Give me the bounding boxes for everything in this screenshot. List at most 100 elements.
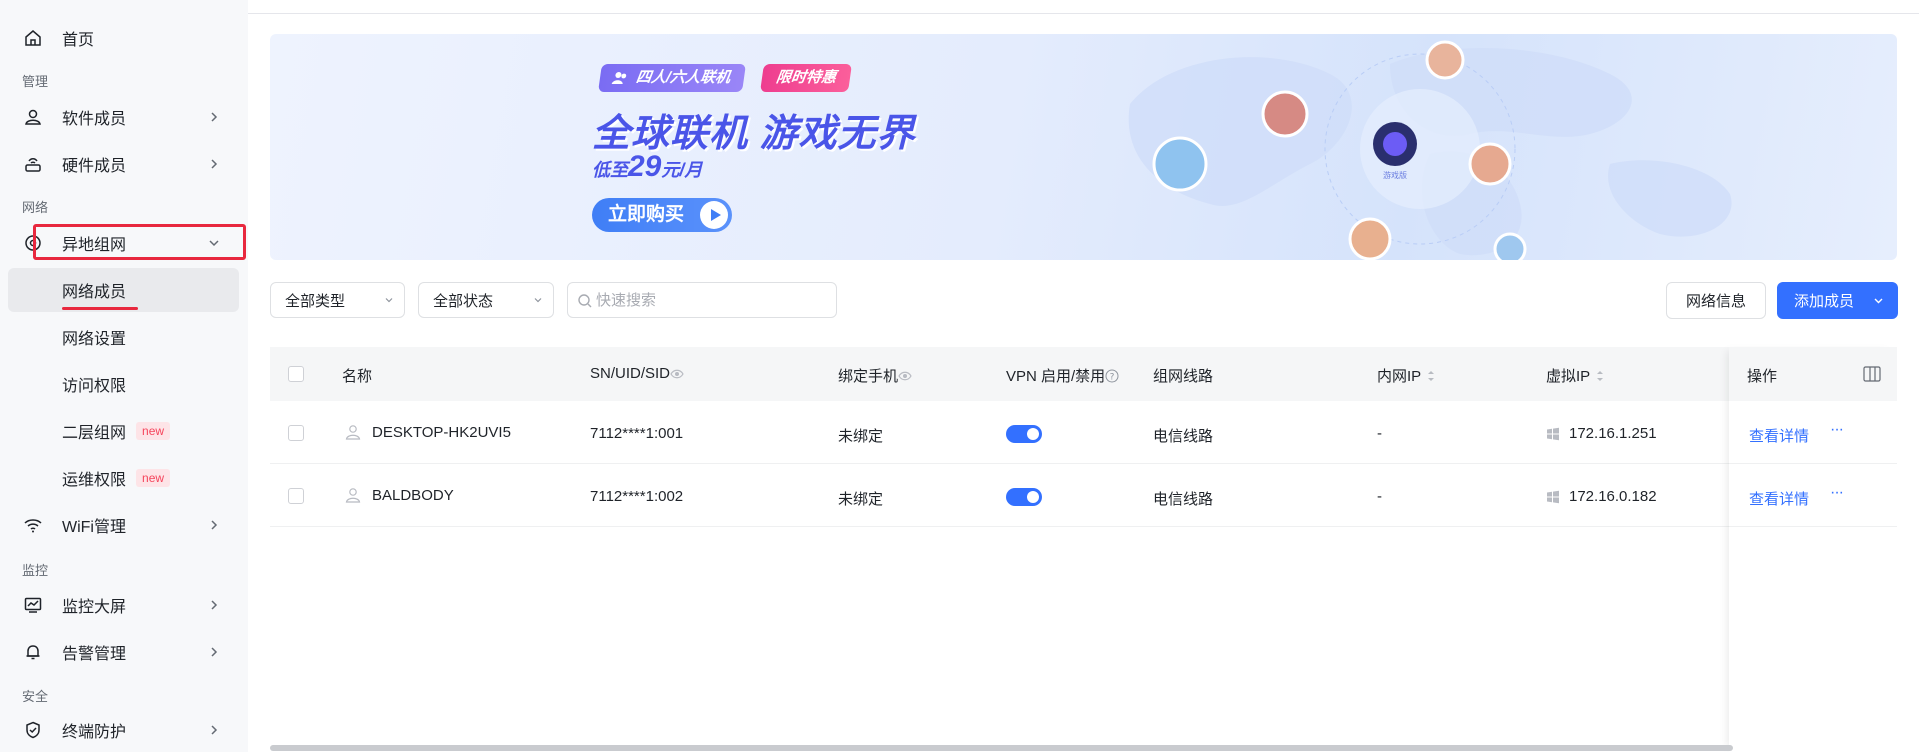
eye-icon[interactable] bbox=[670, 368, 684, 380]
user-icon bbox=[22, 106, 44, 128]
new-badge: new bbox=[136, 469, 171, 487]
sidebar-item-label: 硬件成员 bbox=[62, 158, 127, 175]
buy-now-label: 立即购买 bbox=[608, 204, 685, 225]
main-content: 游戏版 四人/六人联机 限时特惠 全球联机 游戏无界 低至29元/月 立即购买 … bbox=[248, 0, 1919, 752]
buy-now-button[interactable]: 立即购买 bbox=[592, 198, 733, 232]
shield-icon bbox=[22, 719, 44, 741]
user-icon bbox=[345, 488, 361, 503]
user-icon bbox=[345, 425, 361, 440]
chevron-down-icon bbox=[385, 298, 393, 303]
chevron-down-icon bbox=[1874, 298, 1883, 304]
chevron-right-icon bbox=[211, 647, 218, 657]
table-row[interactable]: DESKTOP-HK2UVI5 7112****1:001 未绑定 电信线路 -… bbox=[270, 401, 1897, 464]
sidebar-item-label: 网络成员 bbox=[62, 284, 127, 301]
svg-text:?: ? bbox=[1110, 372, 1115, 382]
cell-route: 电信线路 bbox=[1153, 491, 1214, 508]
search-input[interactable] bbox=[596, 291, 816, 309]
sidebar-item-home[interactable]: 首页 bbox=[8, 16, 239, 60]
chart-monitor-icon bbox=[22, 594, 44, 616]
select-all-checkbox[interactable] bbox=[288, 366, 304, 382]
cell-name: DESKTOP-HK2UVI5 bbox=[344, 423, 511, 441]
sort-icon[interactable] bbox=[1425, 368, 1437, 384]
promo-tag-multiplayer: 四人/六人联机 bbox=[598, 64, 747, 92]
section-title-monitor: 监控 bbox=[22, 563, 49, 578]
sidebar-item-network-members[interactable]: 网络成员 bbox=[8, 268, 239, 312]
price-value: 29 bbox=[628, 150, 662, 183]
cell-virtual-ip: 172.16.0.182 bbox=[1546, 488, 1657, 505]
group-icon bbox=[611, 72, 627, 84]
windows-icon bbox=[1547, 427, 1559, 440]
chevron-right-icon bbox=[211, 159, 218, 169]
sidebar-item-network-settings[interactable]: 网络设置 bbox=[8, 315, 239, 359]
chevron-right-icon bbox=[211, 112, 218, 122]
vpn-toggle[interactable] bbox=[1006, 425, 1042, 443]
sidebar-item-label: 网络设置 bbox=[62, 331, 127, 348]
sidebar-item-access-rights[interactable]: 访问权限 bbox=[8, 362, 239, 406]
cell-virtual-ip: 172.16.1.251 bbox=[1546, 425, 1657, 442]
cell-name-text: BALDBODY bbox=[372, 486, 454, 504]
column-header-lan-ip-label: 内网IP bbox=[1377, 368, 1422, 385]
table-header: 名称 SN/UID/SID 绑定手机 VPN 启用/禁用 ? 组网线路 内网IP… bbox=[270, 347, 1897, 401]
sidebar-item-alert-mgmt[interactable]: 告警管理 bbox=[8, 630, 239, 674]
sidebar-item-hardware-members[interactable]: 硬件成员 bbox=[8, 142, 239, 186]
promo-price: 低至29元/月 bbox=[592, 150, 702, 184]
promo-tag-label: 四人/六人联机 bbox=[634, 69, 732, 86]
search-box[interactable] bbox=[567, 282, 837, 318]
world-map-graphic bbox=[1128, 40, 1732, 260]
cell-virtual-ip-text: 172.16.0.182 bbox=[1569, 488, 1657, 505]
sidebar-item-label: WiFi管理 bbox=[62, 519, 126, 536]
sidebar-item-wifi[interactable]: WiFi管理 bbox=[8, 503, 239, 547]
highlight-annotation bbox=[33, 224, 246, 260]
promo-headline: 全球联机 游戏无界 bbox=[592, 113, 916, 155]
sidebar-item-label: 运维权限 bbox=[62, 472, 127, 489]
sidebar-item-software-members[interactable]: 软件成员 bbox=[8, 95, 239, 139]
table-row[interactable]: BALDBODY 7112****1:002 未绑定 电信线路 - 172.16… bbox=[270, 464, 1897, 527]
status-filter-select[interactable]: 全部状态 bbox=[418, 282, 554, 318]
new-badge: new bbox=[136, 422, 171, 440]
sidebar-item-endpoint-protect[interactable]: 终端防护 bbox=[8, 708, 239, 752]
sidebar-item-label: 终端防护 bbox=[62, 724, 127, 741]
chevron-right-icon bbox=[211, 600, 218, 610]
promo-banner[interactable]: 游戏版 四人/六人联机 限时特惠 全球联机 游戏无界 低至29元/月 立即购买 bbox=[270, 34, 1897, 260]
horizontal-scrollbar[interactable] bbox=[270, 745, 1733, 751]
column-header-vpn: VPN 启用/禁用 ? bbox=[1006, 365, 1119, 386]
cell-virtual-ip-text: 172.16.1.251 bbox=[1569, 425, 1657, 442]
type-filter-select[interactable]: 全部类型 bbox=[270, 282, 405, 318]
sidebar-item-layer2-network[interactable]: 二层组网 new bbox=[8, 409, 239, 453]
chevron-right-icon bbox=[211, 520, 218, 530]
column-header-name: 名称 bbox=[342, 368, 373, 385]
sidebar-item-label: 访问权限 bbox=[62, 378, 127, 395]
network-info-button[interactable]: 网络信息 bbox=[1666, 282, 1766, 319]
cell-name: BALDBODY bbox=[344, 486, 454, 504]
row-checkbox[interactable] bbox=[288, 425, 304, 441]
price-suffix: 元/月 bbox=[661, 160, 703, 180]
status-filter-value: 全部状态 bbox=[433, 292, 494, 310]
sidebar-item-monitor-screen[interactable]: 监控大屏 bbox=[8, 583, 239, 627]
add-member-button[interactable]: 添加成员 bbox=[1777, 282, 1898, 319]
add-member-label: 添加成员 bbox=[1794, 293, 1855, 310]
sort-icon[interactable] bbox=[1594, 368, 1606, 384]
router-icon bbox=[22, 153, 44, 175]
column-header-phone-label: 绑定手机 bbox=[838, 368, 899, 385]
section-title-security: 安全 bbox=[22, 689, 49, 704]
column-header-lan-ip[interactable]: 内网IP bbox=[1377, 365, 1437, 386]
column-header-sn: SN/UID/SID bbox=[590, 365, 684, 382]
row-checkbox[interactable] bbox=[288, 488, 304, 504]
header-divider bbox=[248, 13, 1919, 14]
cell-phone: 未绑定 bbox=[838, 491, 884, 508]
windows-icon bbox=[1547, 490, 1559, 503]
column-header-sn-label: SN/UID/SID bbox=[590, 365, 671, 382]
sidebar-item-label: 首页 bbox=[62, 32, 95, 49]
vpn-toggle[interactable] bbox=[1006, 488, 1042, 506]
cell-name-text: DESKTOP-HK2UVI5 bbox=[372, 423, 511, 441]
eye-icon[interactable] bbox=[898, 370, 912, 382]
sidebar-item-ops-rights[interactable]: 运维权限 new bbox=[8, 456, 239, 500]
column-header-vpn-label: VPN 启用/禁用 bbox=[1006, 368, 1106, 385]
promo-tag-limited: 限时特惠 bbox=[760, 64, 852, 92]
column-header-virtual-ip[interactable]: 虚拟IP bbox=[1546, 365, 1606, 386]
help-icon[interactable]: ? bbox=[1105, 369, 1119, 383]
fixed-ops-column-shadow bbox=[1729, 347, 1897, 752]
column-header-virtual-ip-label: 虚拟IP bbox=[1546, 368, 1591, 385]
cell-phone: 未绑定 bbox=[838, 428, 884, 445]
home-icon bbox=[22, 27, 44, 49]
